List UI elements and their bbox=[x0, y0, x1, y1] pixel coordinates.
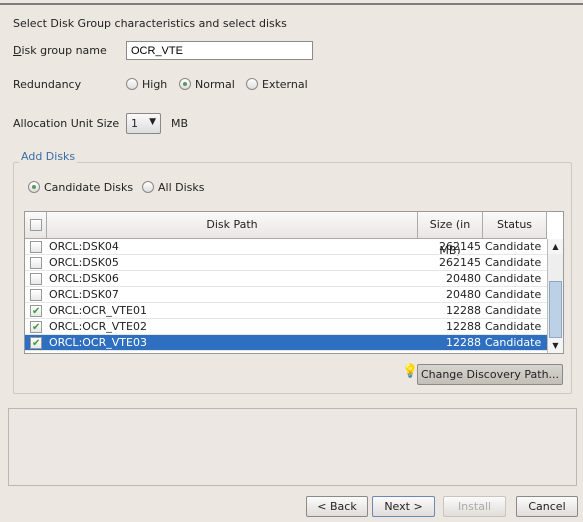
table-row[interactable]: ORCL:OCR_VTE01 12288 Candidate bbox=[25, 303, 547, 319]
allocation-unit-select[interactable]: 1 ▼ bbox=[126, 113, 161, 134]
chevron-down-icon: ▼ bbox=[149, 117, 156, 127]
lightbulb-icon: 💡 bbox=[402, 364, 419, 379]
disk-path-cell: ORCL:OCR_VTE02 bbox=[49, 320, 147, 333]
size-cell: 262145 bbox=[439, 256, 481, 269]
status-cell: Candidate bbox=[485, 304, 542, 317]
table-scrollbar[interactable]: ▲ ▼ bbox=[547, 239, 563, 353]
radio-icon bbox=[246, 78, 258, 90]
size-cell: 262145 bbox=[439, 240, 481, 253]
install-button[interactable]: Install bbox=[443, 496, 506, 517]
radio-external[interactable]: External bbox=[246, 78, 308, 91]
size-cell: 12288 bbox=[446, 336, 481, 349]
col-disk-path[interactable]: Disk Path bbox=[47, 212, 418, 238]
table-row[interactable]: ORCL:DSK05 262145 Candidate bbox=[25, 255, 547, 271]
row-checkbox[interactable] bbox=[30, 336, 42, 353]
cancel-button[interactable]: Cancel bbox=[516, 496, 578, 517]
disk-group-name-label: Disk group name bbox=[13, 44, 107, 57]
size-cell: 20480 bbox=[446, 272, 481, 285]
col-status[interactable]: Status bbox=[483, 212, 547, 238]
add-disks-title: Add Disks bbox=[19, 150, 78, 163]
select-all-checkbox[interactable] bbox=[25, 212, 47, 238]
status-cell: Candidate bbox=[485, 288, 542, 301]
back-button[interactable]: < Back bbox=[306, 496, 368, 517]
disk-path-cell: ORCL:DSK06 bbox=[49, 272, 119, 285]
status-cell: Candidate bbox=[485, 336, 542, 349]
size-cell: 20480 bbox=[446, 288, 481, 301]
status-cell: Candidate bbox=[485, 272, 542, 285]
radio-icon bbox=[142, 181, 154, 193]
disks-table: Disk Path Size (in MB) Status ORCL:DSK04… bbox=[24, 211, 564, 354]
size-cell: 12288 bbox=[446, 304, 481, 317]
size-cell: 12288 bbox=[446, 320, 481, 333]
scroll-up-icon[interactable]: ▲ bbox=[548, 239, 563, 254]
disk-path-cell: ORCL:DSK04 bbox=[49, 240, 119, 253]
disk-path-cell: ORCL:DSK07 bbox=[49, 288, 119, 301]
window-top-border bbox=[0, 3, 583, 5]
table-row[interactable]: ORCL:OCR_VTE02 12288 Candidate bbox=[25, 319, 547, 335]
radio-icon bbox=[179, 78, 191, 90]
radio-normal[interactable]: Normal bbox=[179, 78, 235, 91]
radio-all-disks[interactable]: All Disks bbox=[142, 181, 205, 194]
table-row[interactable]: ORCL:OCR_VTE03 12288 Candidate bbox=[25, 335, 547, 351]
disk-path-cell: ORCL:OCR_VTE03 bbox=[49, 336, 147, 349]
scroll-down-icon[interactable]: ▼ bbox=[548, 338, 563, 353]
col-size[interactable]: Size (in MB) bbox=[418, 212, 483, 257]
page-title: Select Disk Group characteristics and se… bbox=[13, 17, 287, 30]
radio-candidate-disks[interactable]: Candidate Disks bbox=[28, 181, 133, 194]
disk-group-name-input[interactable] bbox=[126, 41, 313, 60]
table-row[interactable]: ORCL:DSK06 20480 Candidate bbox=[25, 271, 547, 287]
table-row[interactable]: ORCL:DSK07 20480 Candidate bbox=[25, 287, 547, 303]
au-unit-label: MB bbox=[171, 117, 189, 130]
status-cell: Candidate bbox=[485, 240, 542, 253]
status-cell: Candidate bbox=[485, 320, 542, 333]
disk-path-cell: ORCL:OCR_VTE01 bbox=[49, 304, 147, 317]
status-cell: Candidate bbox=[485, 256, 542, 269]
scroll-thumb[interactable] bbox=[549, 281, 562, 338]
allocation-unit-label: Allocation Unit Size bbox=[13, 117, 120, 130]
radio-high[interactable]: High bbox=[126, 78, 167, 91]
message-pane bbox=[8, 408, 577, 486]
disk-path-cell: ORCL:DSK05 bbox=[49, 256, 119, 269]
redundancy-label: Redundancy bbox=[13, 78, 82, 91]
change-discovery-path-button[interactable]: Change Discovery Path... bbox=[417, 364, 563, 385]
radio-icon bbox=[28, 181, 40, 193]
table-row[interactable]: ORCL:DSK04 262145 Candidate bbox=[25, 239, 547, 255]
radio-icon bbox=[126, 78, 138, 90]
next-button[interactable]: Next > bbox=[372, 496, 435, 517]
table-header: Disk Path Size (in MB) Status bbox=[25, 212, 547, 257]
